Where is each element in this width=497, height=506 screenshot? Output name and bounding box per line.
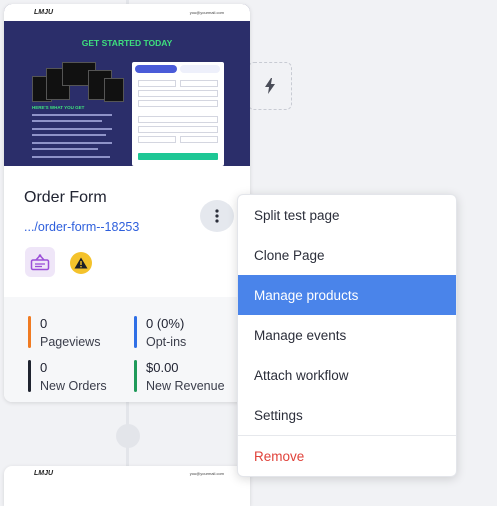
stat-label: New Orders bbox=[40, 379, 107, 393]
product-devices-image bbox=[32, 60, 124, 102]
vertical-dots-icon bbox=[215, 209, 219, 223]
thumbnail-subhead: HERE'S WHAT YOU GET bbox=[32, 105, 85, 110]
text-line bbox=[32, 120, 102, 122]
menu-item-split-test-page[interactable]: Split test page bbox=[238, 195, 456, 235]
products-badge[interactable] bbox=[25, 247, 55, 277]
form-submit-preview bbox=[138, 153, 218, 160]
page-stats: 0 Pageviews 0 (0%) Opt-ins 0 New Orders … bbox=[4, 297, 250, 402]
text-line bbox=[32, 114, 112, 116]
thumbnail-email: you@yourmail.com bbox=[189, 10, 224, 15]
text-line bbox=[32, 134, 106, 136]
menu-item-attach-workflow[interactable]: Attach workflow bbox=[238, 355, 456, 395]
page-title: Order Form bbox=[24, 189, 107, 206]
timeline-node bbox=[116, 424, 140, 448]
menu-item-manage-products[interactable]: Manage products bbox=[238, 275, 456, 315]
menu-item-remove[interactable]: Remove bbox=[238, 436, 456, 476]
more-options-button[interactable] bbox=[200, 200, 234, 232]
thumbnail-logo: LMJU bbox=[34, 9, 54, 16]
thumbnail-email: you@yourmail.com bbox=[189, 471, 224, 476]
order-form-preview bbox=[132, 62, 224, 166]
menu-item-settings[interactable]: Settings bbox=[238, 395, 456, 435]
text-line bbox=[32, 128, 112, 130]
add-trigger-button[interactable] bbox=[248, 62, 292, 110]
next-page-card[interactable]: LMJU you@yourmail.com bbox=[4, 466, 250, 506]
stat-value: 0 bbox=[40, 316, 48, 331]
page-options-menu: Split test page Clone Page Manage produc… bbox=[237, 194, 457, 477]
stat-color-bar bbox=[28, 316, 31, 348]
stat-color-bar bbox=[134, 316, 137, 348]
text-line bbox=[32, 156, 110, 158]
warning-icon bbox=[74, 257, 88, 269]
thumbnail-headline: GET STARTED TODAY bbox=[81, 38, 173, 48]
thumbnail-logo: LMJU bbox=[34, 470, 54, 477]
stat-label: Opt-ins bbox=[146, 335, 187, 349]
stat-label: New Revenue bbox=[146, 379, 225, 393]
lightning-bolt-icon bbox=[265, 78, 275, 94]
page-thumbnail[interactable]: LMJU you@yourmail.com GET STARTED TODAY … bbox=[4, 4, 250, 166]
text-line bbox=[32, 148, 98, 150]
stat-value: $0.00 bbox=[146, 360, 179, 375]
page-card: LMJU you@yourmail.com GET STARTED TODAY … bbox=[4, 4, 250, 402]
warning-badge[interactable] bbox=[70, 252, 92, 274]
menu-item-manage-events[interactable]: Manage events bbox=[238, 315, 456, 355]
stat-color-bar bbox=[28, 360, 31, 392]
products-icon bbox=[30, 254, 50, 271]
stat-label: Pageviews bbox=[40, 335, 101, 349]
text-line bbox=[32, 142, 112, 144]
stat-color-bar bbox=[134, 360, 137, 392]
stat-value: 0 bbox=[40, 360, 48, 375]
stat-value: 0 (0%) bbox=[146, 316, 185, 331]
menu-item-clone-page[interactable]: Clone Page bbox=[238, 235, 456, 275]
page-url-link[interactable]: .../order-form--18253 bbox=[24, 220, 139, 234]
